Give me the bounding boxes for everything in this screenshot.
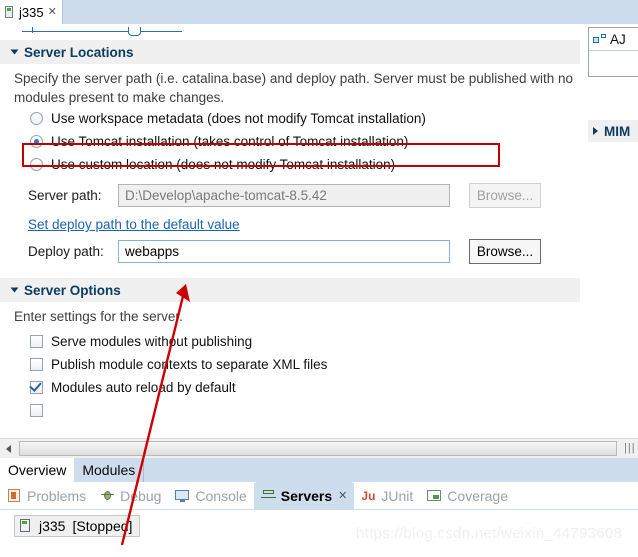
bottom-view-stack: Problems Debug Console Servers ✕ Ju JUni… — [0, 482, 638, 557]
radio-label: Use Tomcat installation (takes control o… — [51, 134, 409, 149]
tab-servers[interactable]: Servers ✕ — [253, 482, 355, 509]
section-title: Server Options — [24, 282, 121, 298]
checkbox-icon[interactable] — [30, 335, 43, 348]
ajax-item[interactable]: AJ — [589, 28, 638, 50]
servers-list-row[interactable]: j335 [Stopped] — [14, 515, 141, 537]
watermark-text: https://blog.csdn.net/weixin_44793608 — [356, 525, 623, 542]
radio-use-tomcat-installation[interactable]: Use Tomcat installation (takes control o… — [0, 130, 638, 153]
tab-label: Modules — [82, 462, 136, 478]
checkbox-publish-module-contexts[interactable]: Publish module contexts to separate XML … — [0, 353, 638, 376]
editor-page-tabs: Overview Modules — [0, 458, 638, 482]
section-header-server-options[interactable]: Server Options — [0, 278, 638, 302]
radio-label: Use custom location (does not modify Tom… — [51, 157, 396, 172]
server-path-browse-button: Browse... — [469, 183, 541, 208]
editor-tab-strip: j335 ✕ — [0, 0, 638, 24]
radio-icon-selected[interactable] — [30, 135, 43, 148]
tab-label: Problems — [27, 487, 87, 504]
tab-label: Coverage — [447, 487, 508, 504]
deploy-path-input[interactable]: webapps — [118, 240, 450, 263]
slider-track — [22, 31, 182, 32]
server-options-description: Enter settings for the server. — [14, 309, 183, 324]
checkbox-label: Publish module contexts to separate XML … — [51, 357, 328, 372]
editor-tab-label: j335 — [19, 4, 44, 20]
checkbox-icon-checked[interactable] — [30, 381, 43, 394]
checkbox-label: Modules auto reload by default — [51, 380, 236, 395]
server-status-badge: [Stopped] — [72, 518, 133, 534]
server-path-row: Server path: D:\Develop\apache-tomcat-8.… — [0, 183, 638, 208]
tab-console[interactable]: Console — [168, 482, 253, 509]
server-name: j335 — [39, 518, 66, 534]
scrollbar-thumb[interactable] — [19, 441, 617, 456]
tab-label: JUnit — [381, 487, 414, 504]
radio-use-custom-location[interactable]: Use custom location (does not modify Tom… — [0, 153, 638, 176]
ajax-icon — [593, 33, 607, 46]
timeout-slider-clipped[interactable] — [0, 24, 638, 40]
radio-label: Use workspace metadata (does not modify … — [51, 111, 426, 126]
debug-icon — [100, 489, 115, 503]
server-icon — [19, 519, 33, 533]
section-title: Server Locations — [24, 44, 134, 60]
junit-icon: Ju — [361, 488, 376, 503]
server-path-input: D:\Develop\apache-tomcat-8.5.42 — [118, 184, 450, 207]
close-icon[interactable]: ✕ — [338, 489, 347, 502]
slider-tick — [32, 27, 33, 33]
checkbox-icon[interactable] — [30, 404, 43, 417]
radio-icon[interactable] — [30, 112, 43, 125]
tab-label: Servers — [280, 487, 333, 504]
checkbox-serve-modules-without-publishing[interactable]: Serve modules without publishing — [0, 330, 638, 353]
divider — [589, 50, 638, 51]
tab-label: Console — [195, 487, 247, 504]
coverage-icon — [427, 489, 442, 503]
slider-thumb[interactable] — [128, 27, 141, 36]
editor-tab-j335[interactable]: j335 ✕ — [0, 0, 63, 24]
chevron-down-icon[interactable] — [10, 49, 19, 55]
close-icon[interactable]: ✕ — [48, 6, 57, 18]
checkbox-icon[interactable] — [30, 358, 43, 371]
deploy-path-browse-button[interactable]: Browse... — [469, 239, 541, 264]
ajax-label: AJ — [610, 31, 626, 47]
ajax-section-box[interactable]: AJ — [588, 27, 638, 77]
problems-icon — [7, 488, 22, 503]
server-locations-description: Specify the server path (i.e. catalina.b… — [14, 71, 574, 105]
servers-icon — [260, 489, 276, 503]
scroll-left-button[interactable] — [0, 439, 17, 458]
tab-modules[interactable]: Modules — [74, 458, 145, 482]
horizontal-scrollbar[interactable]: ||| — [0, 438, 638, 458]
view-tab-bar: Problems Debug Console Servers ✕ Ju JUni… — [0, 482, 638, 510]
chevron-left-icon — [6, 444, 11, 453]
server-path-label: Server path: — [28, 188, 102, 203]
checkbox-label: Serve modules without publishing — [51, 334, 253, 349]
server-file-icon — [4, 5, 15, 19]
chevron-down-icon[interactable] — [10, 287, 19, 293]
tab-debug[interactable]: Debug — [93, 482, 168, 509]
right-docked-panel: AJ MIM — [580, 24, 638, 438]
section-header-server-locations[interactable]: Server Locations — [0, 40, 638, 64]
radio-use-workspace-metadata[interactable]: Use workspace metadata (does not modify … — [0, 107, 638, 130]
checkbox-clipped-row[interactable] — [0, 399, 638, 422]
tab-label: Overview — [8, 462, 67, 478]
tab-problems[interactable]: Problems — [0, 482, 93, 509]
checkbox-modules-auto-reload[interactable]: Modules auto reload by default — [0, 376, 638, 399]
mime-label: MIM — [604, 123, 631, 139]
deploy-path-row: Deploy path: webapps Browse... — [0, 239, 638, 264]
deploy-path-label: Deploy path: — [28, 244, 104, 259]
mime-section-header[interactable]: MIM — [588, 120, 638, 142]
chevron-right-icon[interactable] — [593, 127, 598, 135]
tab-coverage[interactable]: Coverage — [420, 482, 515, 509]
set-deploy-path-default-link[interactable]: Set deploy path to the default value — [28, 217, 240, 232]
editor-form-content: Server Locations Specify the server path… — [0, 40, 638, 438]
console-icon — [175, 489, 190, 503]
radio-icon[interactable] — [30, 158, 43, 171]
tab-junit[interactable]: Ju JUnit — [354, 482, 420, 509]
resize-grip-icon[interactable]: ||| — [624, 442, 635, 454]
tab-overview[interactable]: Overview — [0, 458, 75, 482]
tab-label: Debug — [120, 487, 162, 504]
